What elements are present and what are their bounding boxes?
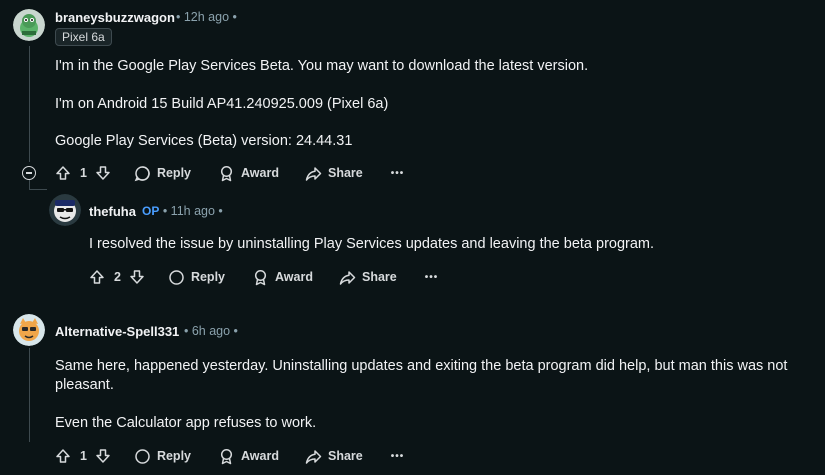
more-options-button[interactable]: ••• (425, 272, 439, 283)
comment-actions: 2 Reply Award Share ••• (89, 267, 438, 287)
username[interactable]: thefuha (89, 204, 136, 219)
vote-count: 1 (80, 166, 87, 180)
comment-actions: 1 Reply Award Share ••• (55, 163, 404, 183)
reply-icon (135, 448, 150, 464)
award-button[interactable]: Award (218, 165, 279, 182)
upvote-button[interactable] (89, 269, 105, 285)
comment-text: I'm on Android 15 Build AP41.240925.009 … (55, 96, 389, 112)
share-label: Share (327, 166, 363, 180)
upvote-button[interactable] (55, 448, 71, 464)
thread-line[interactable] (29, 46, 30, 162)
reply-button[interactable]: Reply (134, 448, 191, 465)
upvote-icon (56, 166, 70, 180)
avatar[interactable] (13, 9, 45, 41)
timestamp[interactable]: • 6h ago • (184, 324, 238, 338)
comment-text: Even the Calculator app refuses to work. (55, 415, 317, 431)
award-label: Award (241, 166, 279, 180)
award-button[interactable]: Award (252, 269, 313, 286)
share-icon (339, 270, 356, 285)
comment-text: I'm in the Google Play Services Beta. Yo… (55, 58, 589, 74)
downvote-icon (130, 270, 144, 284)
more-icon: ••• (390, 167, 405, 179)
reply-label: Reply (156, 166, 191, 180)
reply-button[interactable]: Reply (134, 165, 191, 182)
comment-text: I resolved the issue by uninstalling Pla… (89, 236, 655, 252)
comment-actions: 1 Reply Award Share ••• (55, 446, 404, 466)
downvote-icon (96, 166, 110, 180)
thread-line[interactable] (29, 348, 30, 442)
more-icon: ••• (390, 450, 405, 462)
vote-count: 1 (80, 449, 87, 463)
reply-icon (169, 269, 184, 285)
username[interactable]: Alternative-Spell331 (55, 324, 179, 339)
upvote-button[interactable] (55, 165, 71, 181)
more-options-button[interactable]: ••• (391, 168, 405, 179)
upvote-icon (56, 449, 70, 463)
reply-button[interactable]: Reply (168, 269, 225, 286)
timestamp[interactable]: • 11h ago • (163, 204, 223, 218)
award-button[interactable]: Award (218, 448, 279, 465)
downvote-button[interactable] (129, 269, 145, 285)
collapse-thread-button[interactable] (22, 166, 36, 180)
share-label: Share (361, 270, 397, 284)
downvote-icon (96, 449, 110, 463)
share-icon (305, 166, 322, 181)
comment-text: pleasant. (55, 377, 114, 393)
avatar[interactable] (49, 194, 81, 226)
share-label: Share (327, 449, 363, 463)
downvote-button[interactable] (95, 165, 111, 181)
share-icon (305, 449, 322, 464)
downvote-button[interactable] (95, 448, 111, 464)
award-icon (220, 165, 233, 181)
share-button[interactable]: Share (305, 165, 363, 182)
award-label: Award (241, 449, 279, 463)
award-icon (220, 448, 233, 464)
timestamp[interactable]: • 12h ago • (176, 10, 237, 24)
share-button[interactable]: Share (305, 448, 363, 465)
share-button[interactable]: Share (339, 269, 397, 286)
op-badge: OP (142, 204, 160, 218)
comment-meta: OP • 11h ago • (142, 204, 223, 218)
thread-connector (29, 189, 47, 190)
user-flair: Pixel 6a (55, 28, 112, 46)
award-icon (254, 269, 267, 285)
comment-text: Same here, happened yesterday. Uninstall… (55, 358, 788, 374)
upvote-icon (90, 270, 104, 284)
reply-label: Reply (156, 449, 191, 463)
award-label: Award (275, 270, 313, 284)
avatar[interactable] (13, 314, 45, 346)
more-options-button[interactable]: ••• (391, 451, 405, 462)
reply-icon (134, 165, 150, 181)
vote-count: 2 (114, 270, 121, 284)
more-icon: ••• (424, 271, 439, 283)
username[interactable]: braneysbuzzwagon (55, 10, 175, 25)
reply-label: Reply (190, 270, 225, 284)
comment-text: Google Play Services (Beta) version: 24.… (55, 133, 353, 149)
